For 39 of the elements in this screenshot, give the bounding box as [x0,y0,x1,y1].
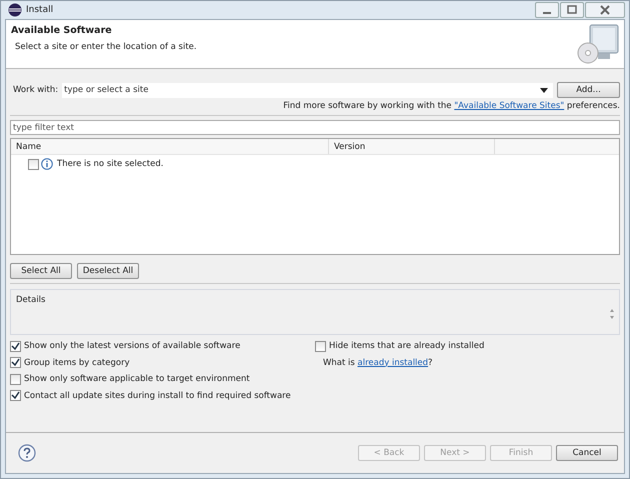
computer-cd-icon [576,23,620,65]
footer-button[interactable]: Cancel [556,445,618,461]
option-checkbox[interactable] [10,390,21,402]
option-checkbox[interactable] [10,374,21,385]
what-is-text: What is already installed? [322,356,434,370]
option-label: Hide items that are already installed [329,341,484,352]
filter-field[interactable]: type filter text [10,120,620,135]
maximize-icon[interactable] [560,2,584,18]
option-label: Show only the latest versions of available software [24,341,240,352]
close-icon[interactable] [585,2,625,18]
info-icon [41,158,53,170]
details-label: Details [16,295,46,305]
window-title: Install [26,5,54,15]
option-checkbox[interactable] [315,340,326,352]
app-icon [8,3,22,17]
option-checkbox[interactable] [10,357,21,368]
column-header[interactable]: Name [11,139,329,154]
help-icon[interactable] [18,444,36,462]
add-button[interactable]: Add... [557,82,620,98]
row-checkbox[interactable] [28,158,39,170]
column-header[interactable]: Version [329,139,495,154]
minimize-icon[interactable] [535,2,559,18]
option-label: Group items by category [24,358,130,368]
site-combo-box[interactable]: type or select a site [62,82,553,98]
selection-button[interactable]: Select All [10,263,72,279]
page-subtitle: Select a site or enter the location of a site. [15,42,197,52]
work-with-label: Work with: [13,85,58,95]
selection-button[interactable]: Deselect All [77,263,139,279]
page-title: Available Software [11,25,113,36]
scroll-arrows-icon [609,308,615,320]
site-combo-field[interactable]: type or select a site [62,85,540,95]
option-label: Show only software applicable to target environment [24,374,250,384]
option-checkbox[interactable] [10,340,21,352]
already-installed-link[interactable]: already installed [358,358,428,368]
option-label: Contact all update sites during install to find required software [24,390,291,401]
dropdown-arrow-icon [540,88,548,92]
available-sites-link[interactable]: "Available Software Sites" [454,101,564,111]
table-cell: There is no site selected. [57,159,164,169]
find-more-text: Find more software by working with the "Available Software Sites" preferences. [282,101,620,111]
